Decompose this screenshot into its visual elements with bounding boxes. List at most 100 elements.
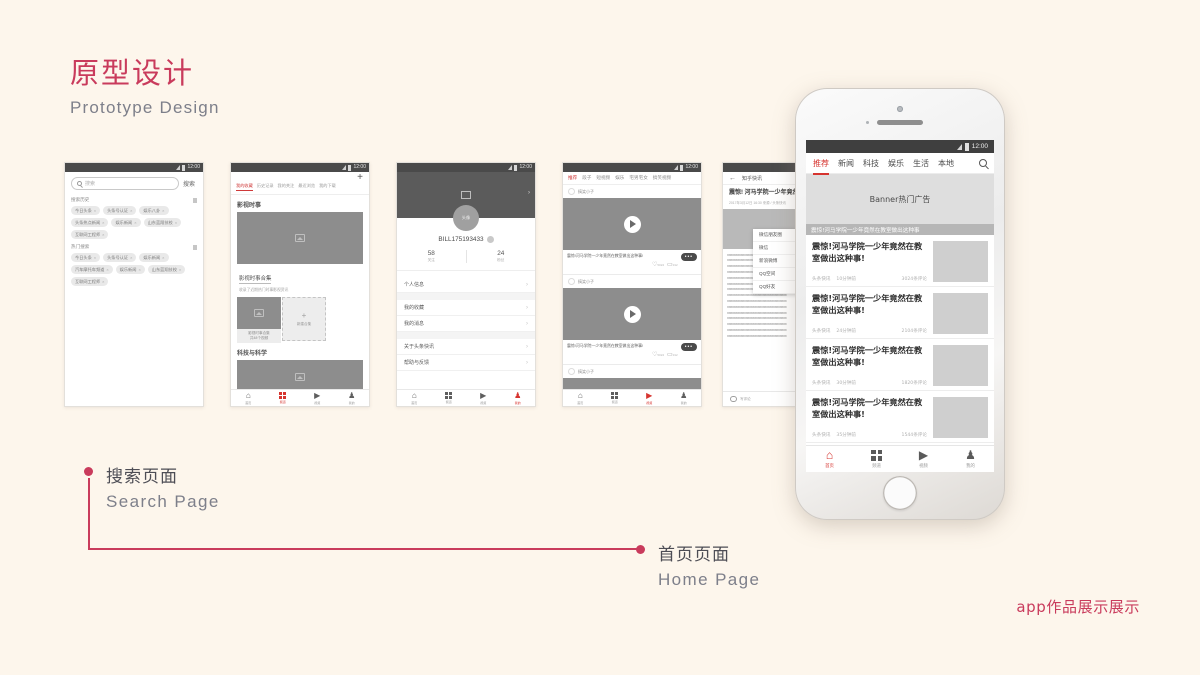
comment-input[interactable]: 写评论	[730, 396, 751, 402]
list-item[interactable]: 头条热点新闻 ×	[71, 218, 109, 227]
list-item[interactable]: 震惊!河马学院一少年竟然在教室做出这种事! 头条快讯 24分钟前 2104条评论	[806, 287, 994, 339]
tab-local[interactable]: 本地	[938, 158, 954, 169]
like-button[interactable]: ♡5024	[652, 343, 664, 361]
nav-item-video[interactable]: ▶ 视频	[632, 391, 667, 405]
card-user[interactable]: 搞笑小子	[563, 365, 701, 378]
close-icon[interactable]: ×	[102, 220, 104, 225]
search-button[interactable]	[979, 159, 987, 167]
tab-recommend[interactable]: 推荐	[568, 175, 577, 181]
tab-shortvideo[interactable]: 短视频	[596, 175, 610, 181]
card-user[interactable]: 搞笑小子	[563, 275, 701, 288]
nav-item-profile[interactable]: ♟ 我的	[501, 391, 536, 405]
tab-bar[interactable]: 推荐 新闻 科技 娱乐 生活 本地	[806, 153, 994, 175]
more-icon[interactable]: •••	[680, 253, 697, 261]
close-icon[interactable]: ×	[134, 220, 136, 225]
play-icon[interactable]	[623, 215, 641, 233]
tab-life[interactable]: 生活	[913, 158, 929, 169]
stat-following[interactable]: 58 关注	[397, 250, 466, 263]
list-item[interactable]: 今日头条 ×	[71, 253, 101, 262]
card-user[interactable]: 搞笑小子	[563, 185, 701, 198]
nav-item-video[interactable]: ▶ 视频	[300, 391, 335, 405]
play-icon[interactable]	[623, 305, 641, 323]
wireframe-collection-page[interactable]: 12:00 + 我的收藏 历史记录 我的关注 最近浏览 我的下载 影视时事 影视…	[230, 162, 370, 407]
nav-item-channel[interactable]: 频道	[598, 391, 633, 404]
tab-funny[interactable]: 搞笑视频	[653, 175, 671, 181]
search-input[interactable]: 搜索	[71, 177, 179, 190]
close-icon[interactable]: ×	[179, 267, 181, 272]
nav-item-home[interactable]: ⌂ 首页	[397, 391, 432, 405]
phone-screen[interactable]: 12:00 推荐 新闻 科技 娱乐 生活 本地 Banner热门广告 震惊!河马…	[806, 140, 994, 472]
menu-item-favorites[interactable]: 我的收藏 ›	[397, 300, 535, 316]
list-item[interactable]: 娱乐新闻 ×	[139, 253, 169, 262]
video-stage[interactable]	[563, 288, 701, 340]
list-item[interactable]: 娱乐八卦 ×	[139, 206, 169, 215]
tab-lifestyle[interactable]: 宅男宅女	[629, 175, 647, 181]
close-icon[interactable]: ×	[162, 255, 164, 260]
bottom-nav[interactable]: ⌂ 首页 频道 ▶ 视频 ♟ 我的	[397, 389, 535, 406]
tab-tech[interactable]: 科技	[863, 158, 879, 169]
banner-ad[interactable]: Banner热门广告	[806, 174, 994, 224]
tab-bar[interactable]: 推荐 段子 短视频 娱乐 宅男宅女 搞笑视频	[563, 172, 701, 185]
close-icon[interactable]: ×	[102, 232, 104, 237]
home-button[interactable]	[883, 476, 917, 510]
tab-bar[interactable]: 我的收藏 历史记录 我的关注 最近浏览 我的下载	[231, 183, 369, 195]
close-icon[interactable]: ×	[94, 208, 96, 213]
menu-item-about[interactable]: 关于头条快讯 ›	[397, 339, 535, 355]
list-item[interactable]: 头条号认证 ×	[103, 253, 137, 262]
back-arrow-icon[interactable]: ←	[729, 175, 736, 182]
wireframe-video-page[interactable]: 12:00 推荐 段子 短视频 娱乐 宅男宅女 搞笑视频 搞笑小子 震惊!河马学…	[562, 162, 702, 407]
close-icon[interactable]: ×	[130, 255, 132, 260]
video-stage[interactable]	[563, 198, 701, 250]
menu-item-feedback[interactable]: 帮助与反馈 ›	[397, 355, 535, 371]
nav-item-channel[interactable]: 频道	[432, 391, 467, 404]
close-icon[interactable]: ×	[162, 208, 164, 213]
nav-item-video[interactable]: ▶ 视频	[466, 391, 501, 405]
like-button[interactable]: ♡5024	[652, 253, 664, 271]
menu-item-personal-info[interactable]: 个人信息 ›	[397, 277, 535, 293]
close-icon[interactable]: ×	[130, 208, 132, 213]
list-item[interactable]: 震惊!河马学院一少年竟然在教室做出这种事! 头条快讯 10分钟前 3024条评论	[806, 235, 994, 287]
add-collection-tile[interactable]: + 新建合集	[282, 297, 326, 341]
tab-following[interactable]: 我的关注	[278, 183, 295, 191]
comment-button[interactable]: ▭312	[667, 253, 678, 271]
stat-followers[interactable]: 24 粉丝	[465, 250, 536, 263]
tab-recommend[interactable]: 推荐	[813, 158, 829, 175]
nav-item-home[interactable]: ⌂ 首页	[231, 391, 266, 405]
add-button[interactable]: +	[357, 172, 363, 183]
chevron-right-icon[interactable]: ›	[528, 190, 530, 196]
nav-item-channel[interactable]: 频道	[266, 391, 301, 404]
list-item[interactable]: 互联网工程师 ×	[71, 230, 109, 239]
list-item[interactable]: 山东蓝翔技校 ×	[147, 265, 186, 274]
video-card[interactable]: 搞笑小子 震惊!河马学院一少年竟然在教室做出这种事! ♡5024 ▭312 ••…	[563, 275, 701, 365]
news-feed[interactable]: 震惊!河马学院一少年竟然在教室做出这种事! 头条快讯 10分钟前 3024条评论…	[806, 235, 994, 445]
video-card[interactable]: 搞笑小子 震惊!河马学院一少年竟然在教室做出这种事! ♡5024 ▭312 ••…	[563, 185, 701, 275]
close-icon[interactable]: ×	[106, 267, 108, 272]
nav-item-home[interactable]: ⌂ 首页	[806, 449, 853, 469]
tab-history[interactable]: 历史记录	[257, 183, 274, 191]
nav-item-profile[interactable]: ♟ 我的	[947, 449, 994, 469]
gear-icon[interactable]	[486, 236, 494, 243]
list-item[interactable]: 影视时事合集 共48个视频	[237, 297, 281, 343]
tab-entertainment[interactable]: 娱乐	[888, 158, 904, 169]
wireframe-search-page[interactable]: 12:00 搜索 搜索 搜索历史 今日头条 × 头条号认证 × 娱乐八卦 × 头条热点…	[64, 162, 204, 407]
search-bar[interactable]: 搜索 搜索	[65, 172, 203, 194]
close-icon[interactable]: ×	[175, 220, 177, 225]
tab-jokes[interactable]: 段子	[582, 175, 591, 181]
nav-item-profile[interactable]: ♟ 我的	[667, 391, 702, 405]
list-item[interactable]: 今日头条 ×	[71, 206, 101, 215]
trash-icon[interactable]	[193, 244, 197, 250]
nav-item-channel[interactable]: 频道	[853, 449, 900, 469]
more-icon[interactable]: •••	[680, 343, 697, 351]
tab-recent[interactable]: 最近浏览	[298, 183, 315, 191]
close-icon[interactable]: ×	[138, 267, 140, 272]
list-item[interactable]: 头条号认证 ×	[103, 206, 137, 215]
wireframe-profile-page[interactable]: 12:00 › 头像 BILL175193433 58 关注 24 粉丝 个人信…	[396, 162, 536, 407]
list-item[interactable]: 娱乐新闻 ×	[115, 265, 145, 274]
news-ticker[interactable]: 震惊!河马学院一少年竟然在教室做出这种事	[806, 224, 994, 235]
avatar[interactable]: 头像	[453, 205, 479, 231]
list-item[interactable]: 山东蓝翔技校 ×	[143, 218, 182, 227]
tab-downloads[interactable]: 我的下载	[319, 183, 336, 191]
bottom-nav[interactable]: ⌂ 首页 频道 ▶ 视频 ♟ 我的	[231, 389, 369, 406]
nav-item-video[interactable]: ▶ 视频	[900, 449, 947, 469]
nav-item-home[interactable]: ⌂ 首页	[563, 391, 598, 405]
